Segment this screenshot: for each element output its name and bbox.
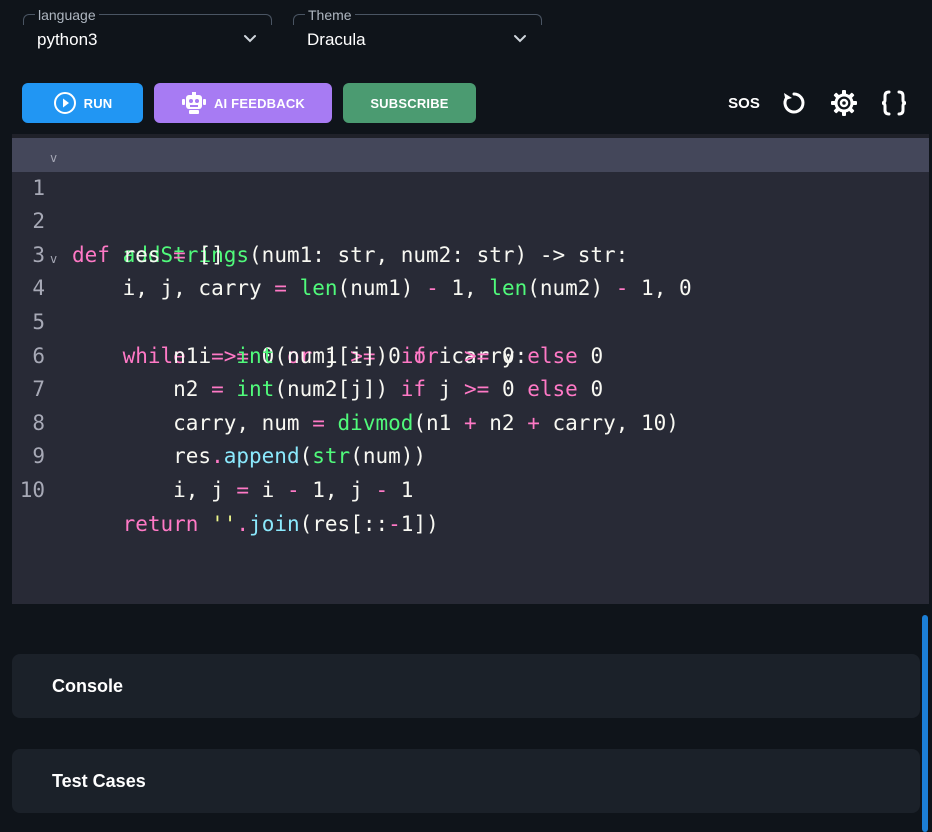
subscribe-button[interactable]: SUBSCRIBE: [343, 83, 476, 123]
reset-icon: [783, 92, 805, 114]
toolbar: language python3 Theme Dracula: [0, 0, 932, 70]
run-label: RUN: [83, 95, 113, 111]
code-line[interactable]: 7 carry, num = divmod(n1 + n2 + carry, 1…: [12, 340, 929, 435]
gear-icon: [831, 90, 857, 116]
chevron-down-icon: [244, 35, 256, 43]
code-text: i, j = i - 1, j - 1: [72, 477, 414, 502]
sos-label: SOS: [728, 94, 760, 112]
line-number: 10: [19, 477, 45, 502]
test-cases-title: Test Cases: [52, 771, 146, 791]
subscribe-label: SUBSCRIBE: [370, 95, 449, 111]
code-line[interactable]: 2 res = []: [12, 172, 929, 267]
code-line[interactable]: 8 res.append(str(num)): [12, 373, 929, 469]
code-editor[interactable]: 1 v def addStrings(num1: str, num2: str)…: [12, 134, 929, 604]
fold-arrow-icon[interactable]: v: [50, 243, 57, 277]
console-title: Console: [52, 676, 124, 696]
code-line[interactable]: 4 v while i >= 0 or j >= 0 or carry:: [12, 239, 929, 368]
theme-select[interactable]: Theme Dracula: [293, 7, 542, 58]
code-text: return ''.join(res[::-1]): [122, 511, 439, 536]
test-cases-panel[interactable]: Test Cases: [12, 749, 920, 813]
language-select[interactable]: language python3: [23, 7, 272, 58]
ai-feedback-button[interactable]: AI FEEDBACK: [154, 83, 332, 123]
sos-button[interactable]: SOS: [728, 88, 760, 118]
scrollbar[interactable]: [922, 615, 928, 832]
code-line[interactable]: 10 return ''.join(res[::-1]): [12, 440, 929, 536]
theme-label: Theme: [305, 7, 355, 23]
language-value: python3: [37, 30, 98, 49]
code-line[interactable]: 9 i, j = i - 1, j - 1: [12, 407, 929, 502]
run-button[interactable]: RUN: [22, 83, 143, 123]
theme-value: Dracula: [307, 30, 366, 49]
format-code-button[interactable]: [879, 88, 909, 118]
language-label: language: [35, 7, 99, 23]
code-line[interactable]: 3 i, j, carry = len(num1) - 1, len(num2)…: [12, 205, 929, 301]
ai-feedback-label: AI FEEDBACK: [213, 95, 306, 111]
settings-button[interactable]: [829, 88, 859, 118]
code-line[interactable]: 5 n1 = int(num1[i]) if i >= 0 else 0: [12, 272, 929, 368]
robot-icon: [181, 92, 206, 114]
chevron-down-icon: [514, 35, 526, 43]
console-panel[interactable]: Console: [12, 654, 920, 718]
play-icon: [53, 92, 76, 114]
code-line[interactable]: 1 v def addStrings(num1: str, num2: str)…: [12, 138, 929, 267]
fold-arrow-icon[interactable]: v: [50, 142, 57, 176]
reset-button[interactable]: [779, 88, 809, 118]
code-line[interactable]: 6 n2 = int(num2[j]) if j >= 0 else 0: [12, 306, 929, 402]
braces-icon: [881, 90, 907, 116]
